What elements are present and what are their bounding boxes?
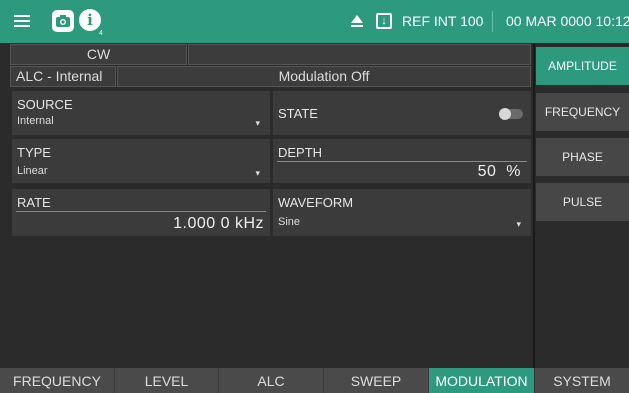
side-tab-pulse[interactable]: PULSE xyxy=(536,183,629,221)
waveform-panel[interactable]: WAVEFORM Sine ▾ xyxy=(273,189,531,236)
type-label: TYPE xyxy=(17,145,51,160)
modulation-status: Modulation Off xyxy=(117,66,531,87)
reference-status: REF INT 100 xyxy=(402,13,484,29)
side-tab-amplitude[interactable]: AMPLITUDE xyxy=(536,47,629,85)
tab-alc[interactable]: ALC xyxy=(219,368,324,393)
side-tab-frequency[interactable]: FREQUENCY xyxy=(536,93,629,131)
source-value: Internal xyxy=(17,115,54,127)
mode-label: CW xyxy=(10,44,187,65)
date-time: 00 MAR 0000 10:12 xyxy=(506,13,629,29)
depth-label: DEPTH xyxy=(278,145,323,160)
dropdown-caret-icon: ▾ xyxy=(255,118,260,128)
state-toggle[interactable] xyxy=(499,108,523,120)
rate-unit: kHz xyxy=(234,215,264,232)
eject-icon[interactable] xyxy=(350,14,364,28)
waveform-label: WAVEFORM xyxy=(278,195,354,210)
tab-level[interactable]: LEVEL xyxy=(115,368,219,393)
depth-underline xyxy=(277,161,527,162)
info-badge: 4 xyxy=(99,30,103,37)
type-panel[interactable]: TYPE Linear ▾ xyxy=(12,139,270,183)
type-value: Linear xyxy=(17,165,48,177)
dropdown-caret-icon: ▾ xyxy=(255,168,260,178)
dropdown-caret-icon: ▾ xyxy=(516,219,521,229)
depth-unit: % xyxy=(506,163,521,180)
info-icon[interactable]: i xyxy=(79,9,101,31)
top-bar: i 4 ↓ REF INT 100 00 MAR 0000 10:12 xyxy=(0,0,629,43)
menu-icon[interactable] xyxy=(12,10,34,32)
rate-panel[interactable]: RATE 1.000 0 kHz xyxy=(12,189,270,236)
waveform-value: Sine xyxy=(278,216,301,228)
rate-label: RATE xyxy=(17,195,51,210)
depth-number: 50 xyxy=(477,163,497,180)
source-label: SOURCE xyxy=(17,97,73,112)
depth-value: 50 % xyxy=(478,163,521,181)
source-panel[interactable]: SOURCE Internal ▾ xyxy=(12,91,270,135)
rate-underline xyxy=(16,211,266,212)
side-tab-phase[interactable]: PHASE xyxy=(536,138,629,176)
divider xyxy=(492,11,493,32)
state-label: STATE xyxy=(278,106,318,121)
tab-sweep[interactable]: SWEEP xyxy=(324,368,429,393)
state-panel[interactable]: STATE xyxy=(273,91,531,135)
tab-frequency[interactable]: FREQUENCY xyxy=(0,368,115,393)
camera-icon[interactable] xyxy=(52,10,74,32)
import-icon[interactable]: ↓ xyxy=(376,13,392,29)
rate-value: 1.000 0 kHz xyxy=(173,215,264,233)
alc-status: ALC - Internal xyxy=(10,66,116,87)
header-blank xyxy=(188,44,531,65)
toggle-knob xyxy=(499,108,511,120)
tab-system[interactable]: SYSTEM xyxy=(535,368,629,393)
depth-panel[interactable]: DEPTH 50 % xyxy=(273,139,531,183)
side-divider xyxy=(533,43,535,368)
rate-number: 1.000 0 xyxy=(173,215,230,232)
tab-modulation[interactable]: MODULATION xyxy=(429,368,535,393)
